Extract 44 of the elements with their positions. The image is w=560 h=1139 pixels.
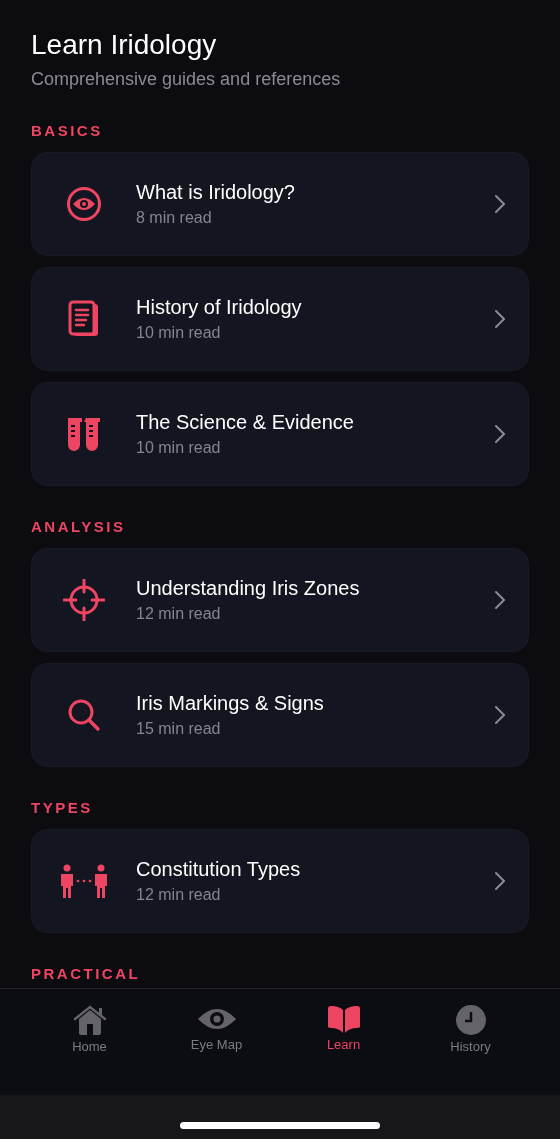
article-title: What is Iridology? — [136, 180, 296, 204]
article-title: The Science & Evidence — [136, 410, 355, 434]
crosshair-icon — [63, 579, 105, 621]
page-title: Learn Iridology — [31, 28, 218, 62]
article-card[interactable]: History of Iridology 10 min read — [31, 267, 529, 371]
tab[interactable]: Learn — [280, 989, 407, 1053]
document-icon — [68, 300, 100, 338]
page-subtitle: Comprehensive guides and references — [31, 68, 342, 90]
article-title: History of Iridology — [136, 295, 303, 319]
article-title: Understanding Iris Zones — [136, 576, 361, 600]
article-card[interactable]: Iris Markings & Signs 15 min read — [31, 663, 529, 767]
article-title: Constitution Types — [136, 857, 302, 881]
read-time: 12 min read — [136, 604, 222, 624]
tab[interactable]: History — [407, 989, 534, 1055]
section-title: PRACTICAL — [31, 965, 142, 983]
chevron-icon — [494, 590, 506, 610]
tab[interactable]: Eye Map — [153, 989, 280, 1053]
chevron-icon — [494, 871, 506, 891]
chevron-icon — [494, 424, 506, 444]
eye-icon — [66, 186, 102, 222]
section-title: BASICS — [31, 122, 104, 140]
article-card[interactable]: Constitution Types 12 min read — [31, 829, 529, 933]
home-icon — [72, 1005, 107, 1035]
read-time: 10 min read — [136, 438, 222, 458]
article-card[interactable]: The Science & Evidence 10 min read — [31, 382, 529, 486]
tab[interactable]: Home — [26, 989, 153, 1055]
chevron-icon — [494, 194, 506, 214]
article-card[interactable]: Understanding Iris Zones 12 min read — [31, 548, 529, 652]
clock-icon — [455, 1005, 486, 1035]
read-time: 8 min read — [136, 208, 213, 228]
search-icon — [67, 698, 101, 732]
read-time: 10 min read — [136, 323, 222, 343]
section-title: TYPES — [31, 799, 94, 817]
book-icon — [326, 1005, 361, 1033]
read-time: 12 min read — [136, 885, 222, 905]
test-tubes-icon — [67, 416, 101, 452]
read-time: 15 min read — [136, 719, 222, 739]
section-title: ANALYSIS — [31, 518, 127, 536]
chevron-icon — [494, 309, 506, 329]
article-title: Iris Markings & Signs — [136, 691, 325, 715]
article-card[interactable]: What is Iridology? 8 min read — [31, 152, 529, 256]
people-icon — [59, 864, 109, 898]
home-indicator[interactable] — [180, 1121, 380, 1129]
chevron-icon — [494, 705, 506, 725]
